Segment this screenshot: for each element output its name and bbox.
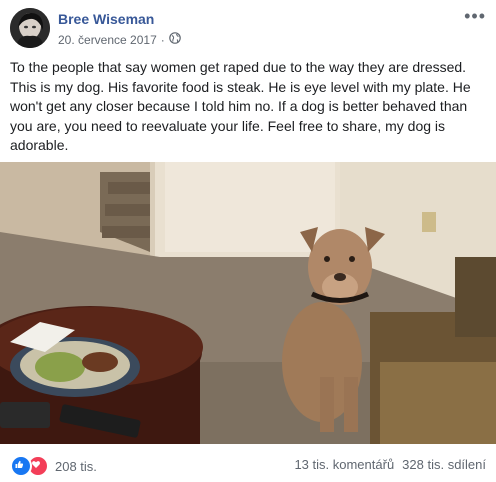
avatar[interactable] [10, 8, 50, 48]
post-meta: 20. července 2017 · [58, 32, 181, 47]
like-icon [10, 455, 32, 477]
shares-count[interactable]: 328 tis. sdílení [402, 457, 486, 472]
comments-count[interactable]: 13 tis. komentářů [294, 457, 394, 472]
globe-icon[interactable] [168, 32, 181, 47]
post-footer: 208 tis. 13 tis. komentářů 328 tis. sdíl… [0, 444, 496, 482]
reaction-summary[interactable]: 208 tis. [10, 455, 97, 477]
meta-separator: · [160, 32, 165, 47]
author-name[interactable]: Bree Wiseman [58, 11, 154, 27]
post-header: Bree Wiseman 20. července 2017 · ••• [0, 0, 496, 56]
post-date[interactable]: 20. července 2017 [58, 33, 157, 47]
more-options-button[interactable]: ••• [464, 6, 486, 27]
post-text: To the people that say women get raped d… [10, 59, 471, 153]
engagement-stats: 13 tis. komentářů 328 tis. sdílení [294, 457, 486, 472]
post-photo[interactable] [0, 162, 496, 444]
reaction-count: 208 tis. [55, 458, 97, 474]
